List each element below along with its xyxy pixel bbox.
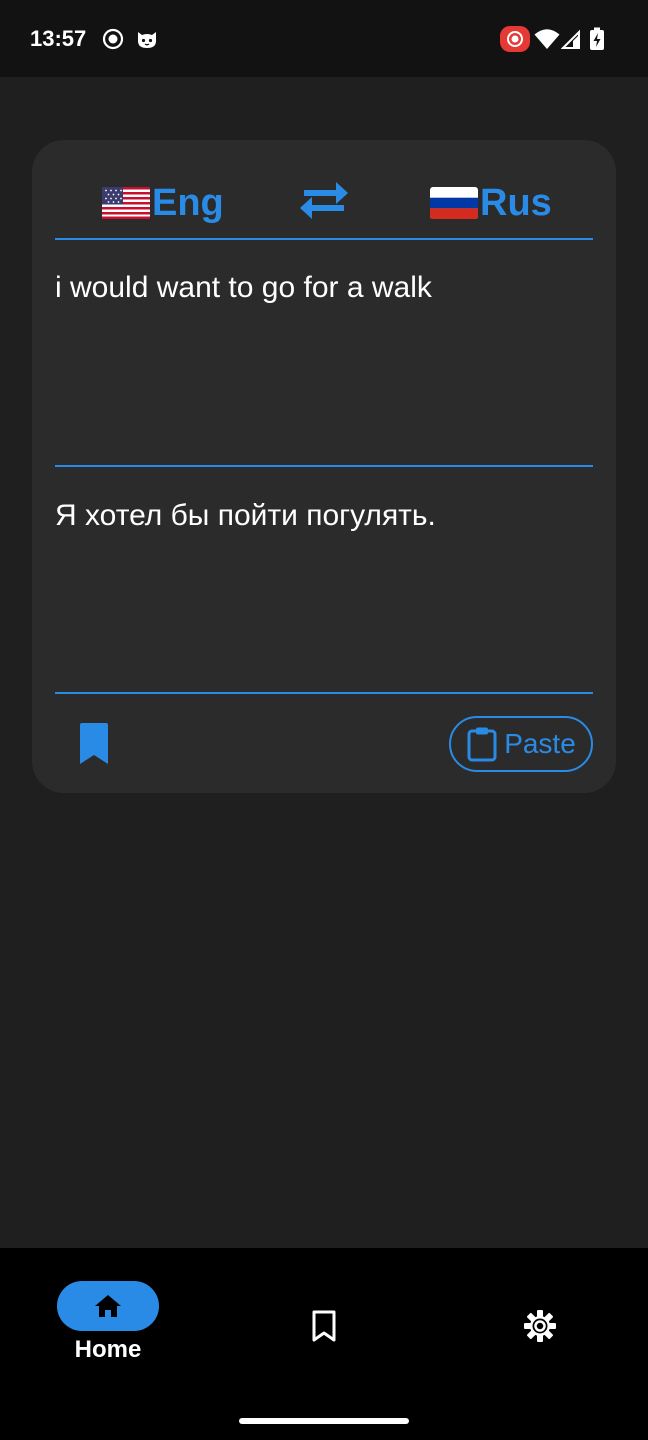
cell-signal-icon (561, 27, 581, 51)
wifi-icon (534, 27, 560, 51)
swap-languages-button[interactable] (298, 178, 350, 226)
bottom-navigation: Home (0, 1248, 648, 1440)
translator-card: Eng Rus i would want to go for a walk Я … (32, 140, 616, 793)
target-language-label: Rus (480, 181, 552, 224)
gesture-home-indicator[interactable] (239, 1418, 409, 1424)
us-flag-icon (102, 187, 150, 219)
nav-home-active-indicator (57, 1281, 159, 1331)
cast-record-icon (500, 26, 530, 52)
bookmark-filled-icon (80, 723, 108, 764)
battery-charging-icon (589, 27, 605, 51)
nav-item-bookmarks[interactable] (307, 1309, 341, 1343)
source-text-input[interactable]: i would want to go for a walk (55, 268, 593, 308)
clipboard-icon (467, 727, 497, 762)
nav-item-settings[interactable] (523, 1309, 557, 1343)
status-bar: 13:57 (0, 0, 648, 77)
divider (55, 465, 593, 467)
divider (55, 692, 593, 694)
swap-arrows-icon (300, 182, 348, 219)
bookmark-button[interactable] (76, 722, 112, 766)
nav-item-home[interactable]: Home (57, 1281, 159, 1371)
source-language-label: Eng (152, 181, 224, 224)
divider (55, 238, 593, 240)
target-language-selector[interactable]: Rus (430, 178, 552, 228)
nav-home-label: Home (74, 1336, 142, 1363)
paste-button[interactable]: Paste (449, 716, 593, 772)
settings-gear-icon (524, 1310, 556, 1342)
source-language-selector[interactable]: Eng (102, 178, 224, 228)
translated-text: Я хотел бы пойти погулять. (55, 499, 436, 532)
cat-face-icon (135, 27, 159, 51)
screen-record-icon (101, 27, 125, 51)
status-time: 13:57 (30, 26, 87, 51)
bookmark-outline-icon (312, 1310, 336, 1342)
paste-label: Paste (504, 728, 576, 759)
home-icon (95, 1295, 121, 1317)
russia-flag-icon (430, 187, 478, 219)
